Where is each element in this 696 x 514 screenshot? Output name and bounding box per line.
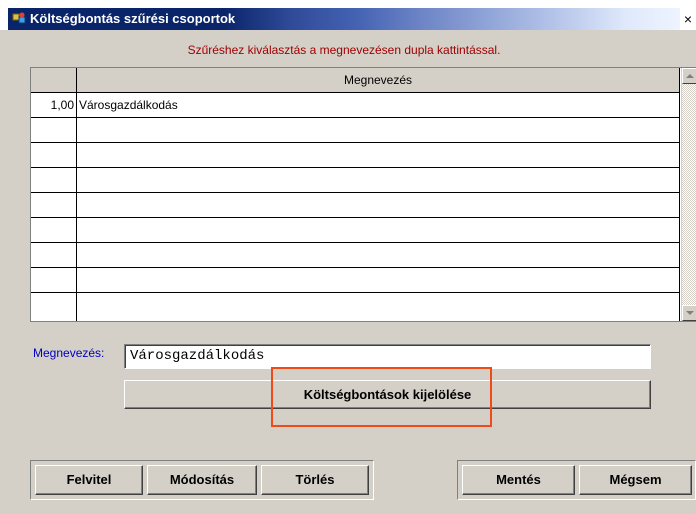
scroll-up-icon [686, 74, 694, 78]
row-name [77, 268, 680, 293]
table-row[interactable]: 1,00 Városgazdálkodás [31, 93, 680, 118]
scroll-down-button[interactable] [682, 305, 696, 321]
table-row[interactable] [31, 268, 680, 293]
name-label: Megnevezés: [33, 346, 105, 360]
scroll-down-icon [686, 311, 694, 315]
row-name: Városgazdálkodás [77, 93, 680, 118]
table-row[interactable] [31, 118, 680, 143]
row-name [77, 168, 680, 193]
table-row[interactable] [31, 218, 680, 243]
row-name [77, 193, 680, 218]
table-row[interactable] [31, 243, 680, 268]
hint-text: Szűréshez kiválasztás a megnevezésen dup… [187, 43, 501, 57]
row-name [77, 243, 680, 268]
data-grid[interactable]: Megnevezés 1,00 Városgazdálkodás [30, 67, 696, 322]
highlight-box [271, 367, 492, 427]
modify-button[interactable]: Módosítás [147, 465, 257, 495]
table-row[interactable] [31, 293, 680, 321]
row-index [31, 143, 77, 168]
vertical-scrollbar[interactable] [681, 68, 696, 321]
close-icon[interactable]: × [680, 8, 696, 30]
row-name [77, 143, 680, 168]
save-button[interactable]: Mentés [462, 465, 575, 495]
table-row[interactable] [31, 143, 680, 168]
scroll-up-button[interactable] [682, 68, 696, 84]
row-index [31, 268, 77, 293]
name-input[interactable]: Városgazdálkodás [124, 344, 651, 369]
delete-button[interactable]: Törlés [261, 465, 369, 495]
row-index [31, 168, 77, 193]
row-index [31, 243, 77, 268]
add-button[interactable]: Felvitel [35, 465, 143, 495]
window-title: Költségbontás szűrési csoportok [30, 11, 236, 26]
row-name [77, 118, 680, 143]
row-index [31, 293, 77, 321]
app-icon [12, 12, 26, 24]
table-row[interactable] [31, 193, 680, 218]
cancel-button[interactable]: Mégsem [579, 465, 692, 495]
row-index [31, 193, 77, 218]
row-index [31, 118, 77, 143]
row-name [77, 218, 680, 243]
grid-header-name[interactable]: Megnevezés [77, 68, 680, 93]
row-name [77, 293, 680, 321]
grid-header-index [31, 68, 77, 93]
row-index [31, 218, 77, 243]
table-row[interactable] [31, 168, 680, 193]
row-index: 1,00 [31, 93, 77, 118]
